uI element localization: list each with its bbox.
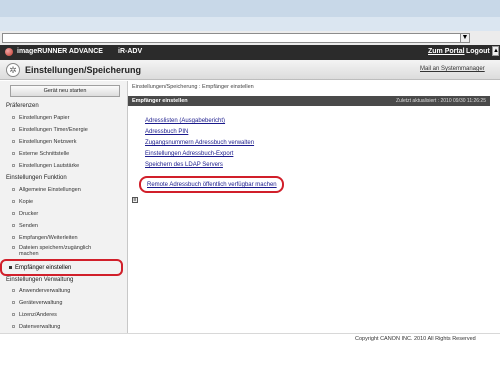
bullet-icon: [12, 246, 15, 250]
browser-toolbar: [0, 0, 500, 17]
sidebar-item-label: Empfänger einstellen: [15, 265, 72, 271]
page-title: Einstellungen/Speicherung: [25, 65, 142, 75]
bullet-icon: [12, 188, 15, 192]
footer: Copyright CANON INC. 2010 All Rights Res…: [0, 333, 500, 375]
copyright-text: Copyright CANON INC. 2010 All Rights Res…: [355, 336, 476, 342]
sidebar-item-label: Externe Schnittstelle: [19, 151, 70, 157]
sidebar-item-paper[interactable]: Einstellungen Papier: [12, 115, 69, 121]
scroll-up-icon[interactable]: ▲: [492, 46, 499, 56]
sidebar-item-store-files[interactable]: Dateien speichern/zugänglich machen: [12, 245, 91, 257]
sidebar-item-label: Lizenz/Anderes: [19, 312, 57, 318]
sidebar-item-receive-forward[interactable]: Empfangen/Weiterleiten: [12, 235, 78, 241]
sidebar-item-label: Drucker: [19, 211, 39, 217]
mail-systemmanager-link[interactable]: Mail an Systemmanager: [420, 66, 485, 72]
sidebar-item-device-management[interactable]: Geräteverwaltung: [12, 300, 62, 306]
product-name: imageRUNNER ADVANCE: [17, 48, 103, 55]
section-function: Einstellungen Funktion: [6, 175, 67, 181]
sidebar-item-data-management[interactable]: Datenverwaltung: [12, 324, 60, 330]
sidebar-item-volume[interactable]: Einstellungen Lautstärke: [12, 163, 79, 169]
bullet-icon: [12, 236, 15, 240]
sidebar-item-label: Anwenderverwaltung: [19, 288, 71, 294]
sidebar-item-label: Einstellungen Netzwerk: [19, 139, 77, 145]
bullet-icon: [12, 313, 15, 317]
bullet-icon: [12, 164, 15, 168]
panel-header: Empfänger einstellen Zuletzt aktualisier…: [128, 96, 490, 106]
bullet-icon: [12, 301, 15, 305]
sidebar-item-label: Kopie: [19, 199, 34, 205]
highlight-remote-address-book: Remote Adressbuch öffentlich verfügbar m…: [139, 176, 284, 193]
last-updated-timestamp: Zuletzt aktualisiert : 2010 09/30 11:26:…: [396, 98, 486, 104]
canon-logo-icon: [5, 48, 13, 56]
bullet-icon: [12, 152, 15, 156]
sidebar-item-label: Empfangen/Weiterleiten: [19, 235, 78, 241]
logout-link[interactable]: Logout: [466, 48, 490, 55]
sidebar-item-printer[interactable]: Drucker: [12, 211, 38, 217]
link-address-lists[interactable]: Adresslisten (Ausgabebericht): [145, 118, 225, 124]
address-dropdown-icon[interactable]: ▼: [460, 33, 470, 43]
main-content: Einstellungen/Speicherung : Empfänger ei…: [128, 81, 500, 333]
app-header-bar: imageRUNNER ADVANCE iR-ADV Zum Portal Lo…: [0, 45, 500, 60]
bullet-icon: [12, 325, 15, 329]
sidebar-item-active-label: Empfänger einstellen: [9, 265, 71, 271]
sidebar-item-label: Einstellungen Lautstärke: [19, 163, 80, 169]
bullet-icon: [12, 128, 15, 132]
link-address-book-export[interactable]: Einstellungen Adressbuch-Export: [145, 151, 233, 157]
breadcrumb: Einstellungen/Speicherung : Empfänger ei…: [132, 84, 254, 90]
bullet-icon: [12, 116, 15, 120]
browser-address-bar: ▼: [0, 31, 500, 45]
sidebar-item-label: Geräteverwaltung: [19, 300, 63, 306]
sidebar-item-license-other[interactable]: Lizenz/Anderes: [12, 312, 57, 318]
sidebar-item-network[interactable]: Einstellungen Netzwerk: [12, 139, 76, 145]
link-ldap-server[interactable]: Speichern des LDAP Servers: [145, 162, 223, 168]
sidebar: Gerät neu starten Präferenzen Einstellun…: [0, 81, 128, 333]
sidebar-item-label: Senden: [19, 223, 38, 229]
page-top-icon[interactable]: ≡: [132, 197, 138, 203]
sidebar-item-user-management[interactable]: Anwenderverwaltung: [12, 288, 70, 294]
sidebar-item-label: Datenverwaltung: [19, 324, 61, 330]
sidebar-item-send[interactable]: Senden: [12, 223, 38, 229]
page-title-bar: ✲ Einstellungen/Speicherung Mail an Syst…: [0, 60, 500, 80]
bullet-icon: [12, 200, 15, 204]
sidebar-item-label-line2: machen: [19, 251, 39, 257]
section-management: Einstellungen Verwaltung: [6, 277, 74, 283]
sidebar-item-label: Allgemeine Einstellungen: [19, 187, 81, 193]
sidebar-item-external-interface[interactable]: Externe Schnittstelle: [12, 151, 69, 157]
bullet-icon: [12, 212, 15, 216]
section-preferences: Präferenzen: [6, 103, 39, 109]
restart-device-button[interactable]: Gerät neu starten: [10, 85, 120, 97]
footer-divider: [0, 333, 500, 334]
product-model: iR-ADV: [118, 48, 143, 55]
sidebar-item-general[interactable]: Allgemeine Einstellungen: [12, 187, 81, 193]
bullet-icon: [12, 224, 15, 228]
bullet-icon: [12, 289, 15, 293]
sidebar-item-label: Einstellungen Papier: [19, 115, 70, 121]
settings-icon: ✲: [6, 63, 20, 77]
link-address-book-pin[interactable]: Adressbuch PIN: [145, 129, 188, 135]
bullet-icon: [12, 140, 15, 144]
link-access-numbers[interactable]: Zugangsnummern Adressbuch verwalten: [145, 140, 254, 146]
bullet-icon: [9, 265, 12, 269]
address-input[interactable]: [2, 33, 470, 43]
sidebar-item-label: Einstellungen Timer/Energie: [19, 127, 88, 133]
sidebar-item-copy[interactable]: Kopie: [12, 199, 33, 205]
portal-link[interactable]: Zum Portal: [428, 48, 465, 55]
panel-title: Empfänger einstellen: [132, 98, 188, 104]
link-remote-address-book[interactable]: Remote Adressbuch öffentlich verfügbar m…: [147, 182, 277, 188]
sidebar-item-timer-energy[interactable]: Einstellungen Timer/Energie: [12, 127, 88, 133]
sidebar-item-set-destination[interactable]: Empfänger einstellen: [0, 259, 123, 276]
browser-tab-strip: [0, 17, 500, 31]
